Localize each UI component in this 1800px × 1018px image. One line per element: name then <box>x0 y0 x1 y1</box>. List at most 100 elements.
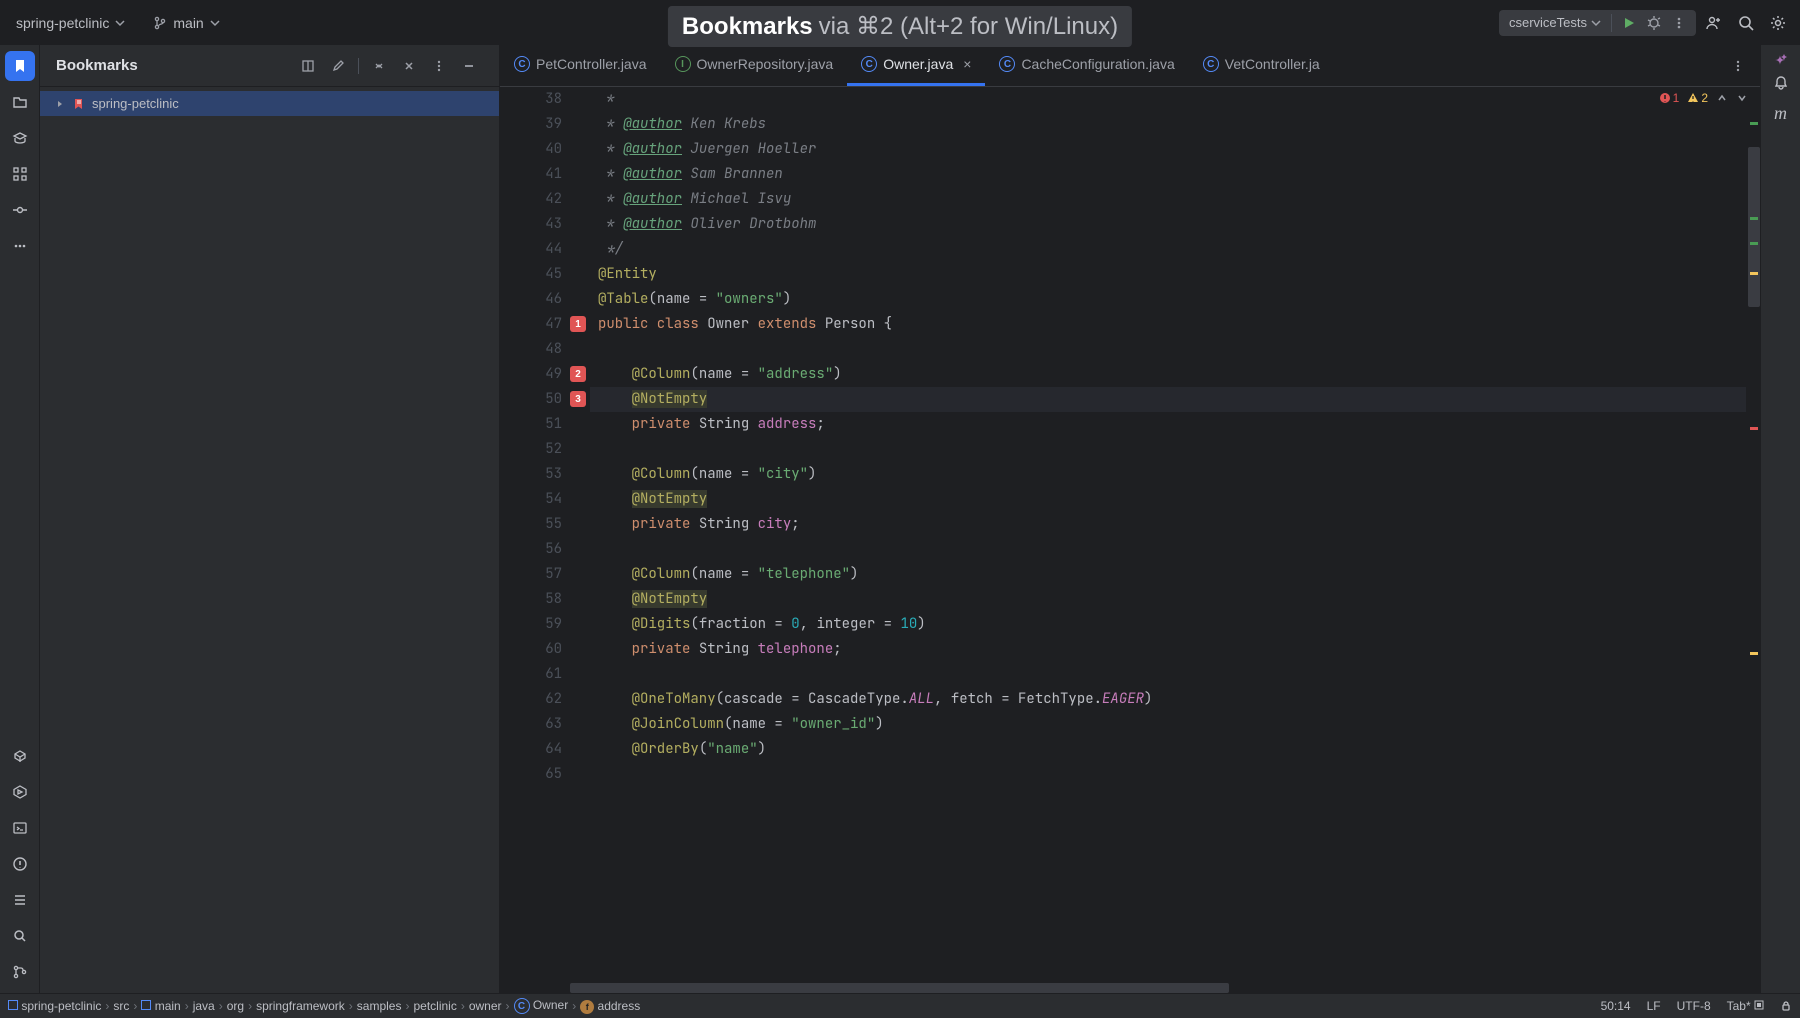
breadcrumb-item[interactable]: spring-petclinic <box>8 999 101 1013</box>
breadcrumb-item[interactable]: src <box>113 999 129 1013</box>
readonly-toggle-icon[interactable] <box>1780 1000 1792 1012</box>
breadcrumb-item[interactable]: petclinic <box>413 999 456 1013</box>
options-button[interactable] <box>425 52 453 80</box>
hide-button[interactable] <box>455 52 483 80</box>
breadcrumb-item[interactable]: org <box>227 999 244 1013</box>
notifications-button[interactable] <box>1773 75 1789 91</box>
errors-count[interactable]: 1 <box>1659 91 1680 105</box>
stripe-marker[interactable] <box>1750 272 1758 275</box>
breadcrumb-item[interactable]: owner <box>469 999 502 1013</box>
breadcrumb-item[interactable]: springframework <box>256 999 345 1013</box>
code-line[interactable]: @Table(name = "owners") <box>590 287 1746 312</box>
more-tools-button[interactable] <box>5 231 35 261</box>
code-content[interactable]: * * @author Ken Krebs * @author Juergen … <box>590 87 1746 993</box>
tabs-more-button[interactable] <box>1724 52 1752 80</box>
more-icon[interactable] <box>1672 16 1686 30</box>
next-highlight-icon[interactable] <box>1736 92 1748 104</box>
code-line[interactable]: * @author Ken Krebs <box>590 112 1746 137</box>
code-line[interactable]: @NotEmpty <box>590 487 1746 512</box>
code-line[interactable]: public class Owner extends Person { <box>590 312 1746 337</box>
breadcrumbs[interactable]: spring-petclinic›src› main›java›org›spri… <box>8 998 1595 1015</box>
indent-setting[interactable]: Tab* <box>1727 999 1764 1013</box>
code-line[interactable]: @Entity <box>590 262 1746 287</box>
code-line[interactable] <box>590 437 1746 462</box>
bookmarks-root-node[interactable]: spring-petclinic <box>40 91 499 116</box>
editor-tab[interactable]: CPetController.java <box>500 45 661 86</box>
breadcrumb-item[interactable]: main <box>141 999 180 1013</box>
vertical-scrollbar-thumb[interactable] <box>1748 147 1760 307</box>
code-line[interactable]: * <box>590 87 1746 112</box>
prev-highlight-icon[interactable] <box>1716 92 1728 104</box>
bookmarks-tool-button[interactable] <box>5 51 35 81</box>
horizontal-scrollbar[interactable] <box>570 983 1746 993</box>
stripe-marker[interactable] <box>1750 427 1758 430</box>
code-line[interactable]: @Column(name = "city") <box>590 462 1746 487</box>
horizontal-scrollbar-thumb[interactable] <box>570 983 1229 993</box>
breadcrumb-item[interactable]: C Owner <box>514 998 569 1015</box>
code-line[interactable]: @Column(name = "telephone") <box>590 562 1746 587</box>
code-line[interactable]: * @author Juergen Hoeller <box>590 137 1746 162</box>
run-icon[interactable] <box>1622 16 1636 30</box>
code-line[interactable]: @OrderBy("name") <box>590 737 1746 762</box>
code-line[interactable]: @NotEmpty <box>590 387 1746 412</box>
stripe-marker[interactable] <box>1750 652 1758 655</box>
find-tool-button[interactable] <box>5 921 35 951</box>
stripe-marker[interactable] <box>1750 122 1758 125</box>
code-line[interactable]: private String telephone; <box>590 637 1746 662</box>
editor-tab[interactable]: CCacheConfiguration.java <box>985 45 1188 86</box>
database-tool-button[interactable] <box>5 741 35 771</box>
project-tool-button[interactable] <box>5 87 35 117</box>
code-line[interactable] <box>590 537 1746 562</box>
bookmark-marker[interactable]: 1 <box>570 316 586 332</box>
code-line[interactable]: @JoinColumn(name = "owner_id") <box>590 712 1746 737</box>
settings-icon[interactable] <box>1764 9 1792 37</box>
code-line[interactable]: @Digits(fraction = 0, integer = 10) <box>590 612 1746 637</box>
editor-tab[interactable]: IOwnerRepository.java <box>661 45 848 86</box>
code-line[interactable] <box>590 762 1746 787</box>
todo-tool-button[interactable] <box>5 885 35 915</box>
ai-assistant-button[interactable] <box>1772 51 1790 69</box>
code-line[interactable]: @Column(name = "address") <box>590 362 1746 387</box>
editor-tab[interactable]: CVetController.ja <box>1189 45 1334 86</box>
code-line[interactable] <box>590 662 1746 687</box>
code-line[interactable]: @OneToMany(cascade = CascadeType.ALL, fe… <box>590 687 1746 712</box>
problems-tool-button[interactable] <box>5 849 35 879</box>
line-separator[interactable]: LF <box>1647 999 1661 1013</box>
code-line[interactable]: private String city; <box>590 512 1746 537</box>
error-stripe[interactable] <box>1746 87 1760 993</box>
inspection-widget[interactable]: 1 2 <box>1659 91 1748 105</box>
search-icon[interactable] <box>1732 9 1760 37</box>
code-line[interactable]: */ <box>590 237 1746 262</box>
breadcrumb-item[interactable]: samples <box>357 999 402 1013</box>
vcs-branch-selector[interactable]: main <box>145 11 227 35</box>
code-editor[interactable]: 1 2 383940414243444546474849505152535455… <box>500 87 1760 993</box>
close-icon[interactable]: × <box>963 56 971 72</box>
project-selector[interactable]: spring-petclinic <box>8 11 133 35</box>
expand-caret-icon[interactable] <box>54 99 66 109</box>
breadcrumb-item[interactable]: f address <box>580 999 640 1014</box>
line-number-gutter[interactable]: 3839404142434445464748495051525354555657… <box>520 87 570 993</box>
marker-gutter[interactable]: 123 <box>570 87 590 993</box>
debug-icon[interactable] <box>1646 15 1662 31</box>
code-line[interactable]: * @author Sam Brannen <box>590 162 1746 187</box>
code-line[interactable]: private String address; <box>590 412 1746 437</box>
code-line[interactable] <box>590 337 1746 362</box>
bookmarks-tree[interactable]: spring-petclinic <box>40 87 499 993</box>
maven-tool-button[interactable]: m <box>1774 103 1787 124</box>
edit-button[interactable] <box>324 52 352 80</box>
code-line[interactable]: * @author Oliver Drotbohm <box>590 212 1746 237</box>
learn-tool-button[interactable] <box>5 123 35 153</box>
delete-button[interactable] <box>395 52 423 80</box>
commit-tool-button[interactable] <box>5 195 35 225</box>
code-with-me-icon[interactable] <box>1700 9 1728 37</box>
code-line[interactable]: * @author Michael Isvy <box>590 187 1746 212</box>
file-encoding[interactable]: UTF-8 <box>1677 999 1711 1013</box>
warnings-count[interactable]: 2 <box>1687 91 1708 105</box>
code-line[interactable]: @NotEmpty <box>590 587 1746 612</box>
services-tool-button[interactable] <box>5 777 35 807</box>
run-configuration[interactable]: cserviceTests <box>1499 10 1696 36</box>
bookmark-marker[interactable]: 2 <box>570 366 586 382</box>
expand-collapse-button[interactable] <box>365 52 393 80</box>
editor-tab[interactable]: COwner.java× <box>847 45 985 86</box>
structure-tool-button[interactable] <box>5 159 35 189</box>
